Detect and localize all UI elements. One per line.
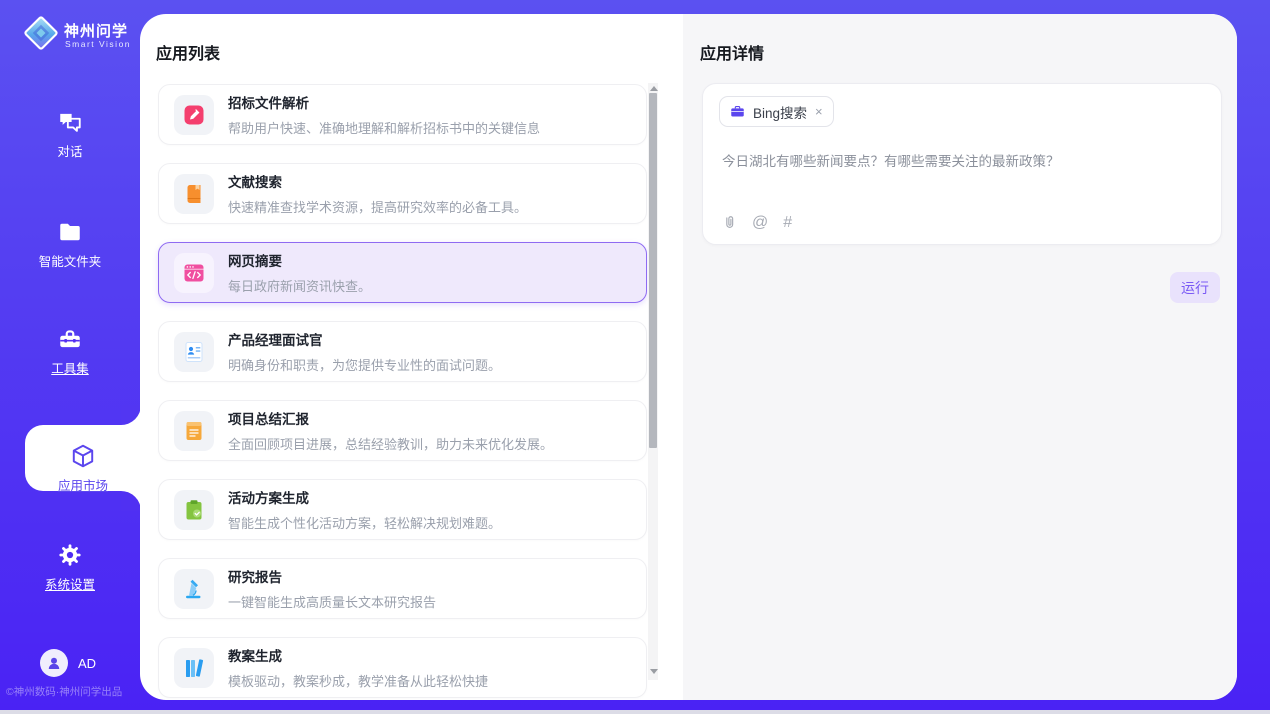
- resume-icon: [174, 332, 214, 372]
- clipboard-check-icon: [174, 490, 214, 530]
- app-card-event-plan[interactable]: 活动方案生成 智能生成个性化活动方案，轻松解决规划难题。: [158, 479, 647, 540]
- gear-icon: [57, 542, 83, 568]
- sidebar-item-label: 系统设置: [45, 578, 95, 592]
- app-card-description: 帮助用户快速、准确地理解和解析招标书中的关键信息: [228, 118, 540, 137]
- notepad-icon: [174, 411, 214, 451]
- app-card-title: 活动方案生成: [228, 487, 501, 507]
- app-card-title: 网页摘要: [228, 250, 371, 270]
- app-card-title: 产品经理面试官: [228, 329, 501, 349]
- prompt-card: Bing搜索 × 今日湖北有哪些新闻要点？有哪些需要关注的最新政策？ @ #: [702, 83, 1222, 245]
- brand-subtitle: Smart Vision: [65, 39, 131, 49]
- mention-icon[interactable]: @: [752, 214, 768, 232]
- copyright-text: ©神州数码·神州问学出品: [6, 684, 140, 699]
- active-tab-curve-top: [121, 405, 141, 425]
- user-avatar[interactable]: [40, 649, 68, 677]
- prompt-text[interactable]: 今日湖北有哪些新闻要点？有哪些需要关注的最新政策？: [722, 150, 1202, 170]
- app-card-pm-interviewer[interactable]: 产品经理面试官 明确身份和职责，为您提供专业性的面试问题。: [158, 321, 647, 382]
- sidebar-item-label: 智能文件夹: [39, 255, 102, 269]
- app-card-title: 教案生成: [228, 645, 488, 665]
- main-content: 应用列表 应用详情 招标文件解析 帮助用户快速、准确地理解和解析招标书中的关键信…: [140, 14, 1237, 700]
- app-card-description: 全面回顾项目进展，总结经验教训，助力未来优化发展。: [228, 434, 553, 453]
- app-card-description: 快速精准查找学术资源，提高研究效率的必备工具。: [228, 197, 527, 216]
- app-card-title: 项目总结汇报: [228, 408, 553, 428]
- app-list-title: 应用列表: [156, 40, 220, 64]
- app-window: 神州问学 Smart Vision 对话 智能文件夹 工具集: [0, 0, 1270, 714]
- app-card-description: 一键智能生成高质量长文本研究报告: [228, 592, 436, 611]
- app-card-title: 文献搜索: [228, 171, 527, 191]
- microscope-icon: [174, 569, 214, 609]
- cube-icon: [70, 443, 96, 469]
- window-bottom-edge: [0, 710, 1270, 714]
- sidebar-item-label: 对话: [57, 145, 82, 159]
- pen-square-icon: [174, 95, 214, 135]
- sidebar-item-settings[interactable]: 系统设置: [0, 542, 140, 594]
- chat-icon: [57, 109, 83, 135]
- briefcase-icon: [730, 104, 745, 119]
- sidebar-item-smart-folder[interactable]: 智能文件夹: [0, 219, 140, 271]
- app-card-research-report[interactable]: 研究报告 一键智能生成高质量长文本研究报告: [158, 558, 647, 619]
- app-card-description: 每日政府新闻资讯快查。: [228, 276, 371, 295]
- app-card-lesson-plan[interactable]: 教案生成 模板驱动，教案秒成，教学准备从此轻松快捷: [158, 637, 647, 698]
- app-card-description: 模板驱动，教案秒成，教学准备从此轻松快捷: [228, 671, 488, 690]
- scrollbar-down-arrow-icon[interactable]: [650, 669, 658, 674]
- tool-chip-label: Bing搜索: [753, 102, 807, 122]
- app-card-description: 智能生成个性化活动方案，轻松解决规划难题。: [228, 513, 501, 532]
- hash-icon[interactable]: #: [783, 214, 792, 232]
- sidebar-item-toolset[interactable]: 工具集: [0, 326, 140, 378]
- tool-chip-bing-search[interactable]: Bing搜索 ×: [719, 96, 834, 127]
- book-icon: [174, 174, 214, 214]
- app-card-bid-parsing[interactable]: 招标文件解析 帮助用户快速、准确地理解和解析招标书中的关键信息: [158, 84, 647, 145]
- sidebar-item-label: 工具集: [51, 362, 89, 376]
- sidebar-item-chat[interactable]: 对话: [0, 109, 140, 161]
- books-icon: [174, 648, 214, 688]
- app-card-title: 研究报告: [228, 566, 436, 586]
- app-card-web-summary[interactable]: 网页摘要 每日政府新闻资讯快查。: [158, 242, 647, 303]
- brand-title: 神州问学: [64, 20, 128, 41]
- app-card-title: 招标文件解析: [228, 92, 540, 112]
- app-card-project-summary[interactable]: 项目总结汇报 全面回顾项目进展，总结经验教训，助力未来优化发展。: [158, 400, 647, 461]
- browser-code-icon: [174, 253, 214, 293]
- scrollbar-up-arrow-icon[interactable]: [650, 86, 658, 91]
- sidebar-item-label: 应用市场: [58, 479, 108, 493]
- chip-close-icon[interactable]: ×: [815, 104, 823, 119]
- brand-logo-icon: [22, 14, 60, 52]
- sidebar-item-app-market[interactable]: 应用市场: [25, 425, 141, 491]
- folder-icon: [57, 219, 83, 245]
- run-button[interactable]: 运行: [1170, 272, 1220, 303]
- app-card-description: 明确身份和职责，为您提供专业性的面试问题。: [228, 355, 501, 374]
- app-card-literature-search[interactable]: 文献搜索 快速精准查找学术资源，提高研究效率的必备工具。: [158, 163, 647, 224]
- app-list-scrollbar-thumb[interactable]: [649, 93, 657, 448]
- person-icon: [45, 654, 63, 672]
- user-name: AD: [78, 656, 96, 671]
- toolbox-icon: [57, 326, 83, 352]
- app-detail-title: 应用详情: [700, 40, 764, 64]
- paperclip-icon[interactable]: [721, 214, 737, 232]
